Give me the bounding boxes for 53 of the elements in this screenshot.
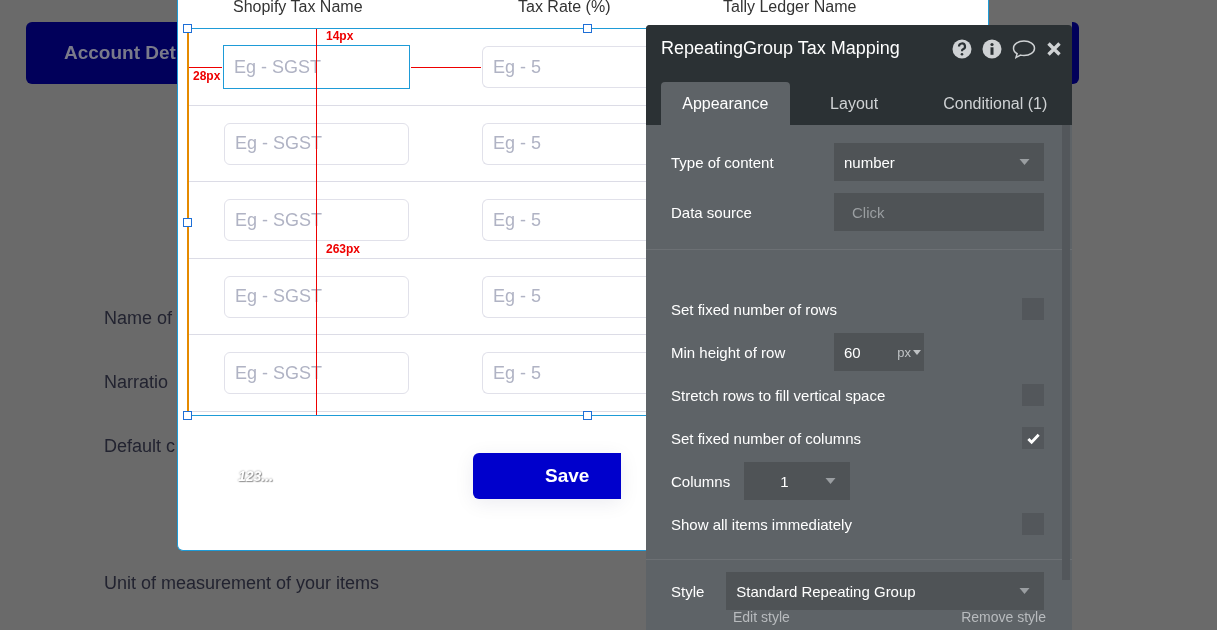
tax-rate-input[interactable]: Eg - 5: [482, 122, 646, 165]
column-header: Tally Ledger Name: [723, 0, 857, 16]
input-field[interactable]: Click: [834, 193, 1044, 231]
caret-icon: [825, 478, 837, 484]
setting-label: Type of content: [671, 153, 774, 171]
tab-button-edge[interactable]: [1072, 22, 1079, 84]
measure-label: 263px: [326, 243, 361, 256]
measure-line: [411, 67, 481, 68]
resize-handle[interactable]: [583, 411, 592, 420]
measure-label: 14px: [326, 30, 354, 43]
checkbox[interactable]: [1022, 427, 1044, 449]
dropdown[interactable]: Standard Repeating Group: [726, 572, 1044, 610]
setting-label: Set fixed number of rows: [671, 300, 837, 318]
setting-label: Columns: [671, 472, 731, 490]
comment-icon[interactable]: [1012, 38, 1036, 59]
setting-label: Set fixed number of columns: [671, 429, 862, 447]
dropdown[interactable]: 1: [744, 462, 851, 500]
form-label: Unit of measurement of your items: [104, 573, 380, 594]
setting-label: Show all items immediately: [671, 515, 852, 533]
tax-rate-input[interactable]: Eg - 5: [482, 199, 646, 242]
panel-tab[interactable]: Appearance: [661, 82, 790, 125]
form-label: Name of: [104, 308, 173, 329]
tax-rate-input[interactable]: Eg - 5: [482, 275, 646, 318]
resize-handle[interactable]: [183, 218, 192, 227]
help-icon[interactable]: [952, 38, 972, 59]
caret-icon: [913, 349, 921, 355]
tax-rate-input[interactable]: Eg - 5: [482, 46, 646, 88]
resize-handle[interactable]: [183, 24, 192, 33]
number-input[interactable]: 60 px: [834, 333, 924, 371]
measure-line: [189, 67, 222, 68]
panel-title: RepeatingGroup Tax Mapping: [661, 38, 900, 59]
account-details-tab[interactable]: Account Det: [26, 22, 177, 84]
column-header: Tax Rate (%): [518, 0, 611, 16]
form-label: Default c: [104, 436, 176, 457]
setting-label: Min height of row: [671, 343, 786, 361]
resize-handle[interactable]: [583, 24, 592, 33]
setting-label: Data source: [671, 203, 752, 221]
column-header: Shopify Tax Name: [233, 0, 363, 16]
setting-label: Stretch rows to fill vertical space: [671, 386, 886, 404]
tax-rate-input[interactable]: Eg - 5: [482, 352, 646, 395]
scrollbar[interactable]: [1062, 125, 1070, 580]
form-label: Narratio: [104, 372, 169, 393]
setting-label: Style: [671, 582, 705, 600]
resize-handle[interactable]: [183, 411, 192, 420]
measure-label: 28px: [193, 70, 221, 83]
close-icon[interactable]: [1046, 40, 1062, 57]
info-icon[interactable]: [982, 38, 1002, 59]
save-button[interactable]: Save: [473, 453, 622, 499]
panel-tab[interactable]: Layout: [789, 82, 919, 125]
loading-text: 123...: [238, 468, 274, 484]
caret-icon: [1019, 588, 1030, 594]
caret-icon: [1019, 159, 1030, 165]
dropdown[interactable]: number: [834, 143, 1044, 181]
